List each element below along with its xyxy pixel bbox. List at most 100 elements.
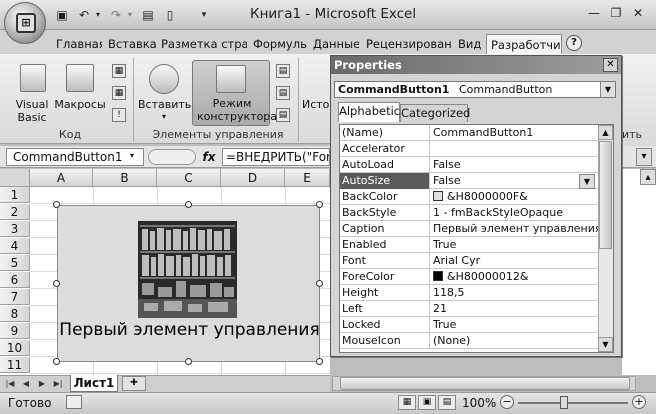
property-row-selected[interactable]: AutoSize False [340, 173, 598, 189]
minimize-icon[interactable]: — [584, 4, 604, 22]
property-row[interactable]: Enabled True [340, 237, 598, 253]
zoom-in-icon[interactable]: + [632, 395, 646, 409]
restore-icon[interactable]: ❐ [606, 4, 626, 22]
formula-resizer[interactable] [148, 149, 196, 165]
office-button[interactable]: ⊞ [4, 2, 46, 44]
row-header[interactable]: 5 [0, 255, 30, 271]
help-icon[interactable]: ? [566, 35, 582, 51]
insert-sheet-icon[interactable]: ✚ [122, 376, 146, 391]
property-row[interactable]: Locked True [340, 317, 598, 333]
property-value[interactable]: True [431, 317, 598, 333]
resize-handle[interactable] [185, 201, 192, 208]
property-row[interactable]: Accelerator [340, 141, 598, 157]
row-header[interactable]: 2 [0, 204, 30, 220]
tab-alphabetic[interactable]: Alphabetic [338, 102, 400, 122]
worksheet-grid-right[interactable] [622, 169, 656, 375]
row-header[interactable]: 9 [0, 323, 30, 339]
view-code-icon[interactable]: ▤ [276, 86, 290, 100]
scroll-up-icon[interactable]: ▲ [598, 125, 613, 140]
property-value[interactable]: True [431, 237, 598, 253]
sheet-tab-list1[interactable]: Лист1 [70, 375, 118, 392]
property-value[interactable]: 21 [431, 301, 598, 317]
name-box[interactable]: CommandButton1 [6, 148, 144, 166]
row-header[interactable]: 3 [0, 221, 30, 237]
zoom-level[interactable]: 100% [462, 396, 496, 410]
column-header[interactable]: B [93, 169, 157, 187]
select-all-corner[interactable] [0, 169, 30, 187]
relative-reference-icon[interactable]: ▦ [112, 86, 126, 100]
property-value[interactable]: Первый элемент управления [431, 221, 598, 237]
object-selector-dropdown-icon[interactable]: ▼ [600, 82, 615, 97]
tab-review[interactable]: Рецензировани [362, 34, 452, 54]
property-row[interactable]: MouseIcon (None) [340, 333, 598, 349]
column-header[interactable]: A [30, 169, 93, 187]
row-header[interactable]: 10 [0, 340, 30, 356]
zoom-slider-thumb[interactable] [560, 396, 568, 409]
macro-record-status-icon[interactable] [66, 395, 82, 409]
page-break-view-icon[interactable]: ▤ [438, 395, 456, 410]
resize-handle[interactable] [316, 201, 323, 208]
zoom-out-icon[interactable]: − [500, 395, 514, 409]
print-preview-icon[interactable]: ▤ [140, 7, 156, 23]
property-row[interactable]: Height 118,5 [340, 285, 598, 301]
tab-page-layout[interactable]: Разметка страни [157, 34, 247, 54]
row-header[interactable]: 11 [0, 357, 30, 373]
property-value[interactable] [431, 141, 598, 157]
row-header[interactable]: 1 [0, 187, 30, 203]
property-value[interactable]: CommandButton1 [431, 125, 598, 141]
property-row[interactable]: ForeColor &H80000012& [340, 269, 598, 285]
property-value[interactable]: False [431, 157, 598, 173]
object-selector[interactable]: CommandButton1 CommandButton [334, 81, 616, 98]
scroll-up-icon[interactable]: ▴ [640, 169, 656, 185]
tab-data[interactable]: Данные [309, 34, 359, 54]
command-button-control[interactable]: Первый элемент управления [57, 205, 320, 362]
undo-dropdown-icon[interactable]: ▾ [90, 7, 106, 23]
macro-security-icon[interactable]: ! [112, 108, 126, 122]
property-scroll-thumb[interactable] [599, 141, 612, 249]
property-value[interactable]: False [431, 173, 598, 189]
run-dialog-icon[interactable]: ▤ [276, 108, 290, 122]
normal-view-icon[interactable]: ▦ [398, 395, 416, 410]
property-value[interactable]: 118,5 [431, 285, 598, 301]
next-sheet-icon[interactable]: ▶ [36, 377, 48, 390]
property-row[interactable]: AutoLoad False [340, 157, 598, 173]
resize-handle[interactable] [53, 280, 60, 287]
property-row[interactable]: BackStyle 1 - fmBackStyleOpaque [340, 205, 598, 221]
resize-handle[interactable] [185, 358, 192, 365]
prev-sheet-icon[interactable]: ◀ [20, 377, 32, 390]
tab-formulas[interactable]: Формулы [249, 34, 307, 54]
property-row[interactable]: Font Arial Cyr [340, 253, 598, 269]
properties-title[interactable]: Properties [331, 56, 621, 74]
property-dropdown-icon[interactable]: ▼ [579, 174, 595, 189]
properties-icon[interactable]: ▤ [276, 64, 290, 78]
horizontal-scroll-thumb[interactable] [340, 377, 630, 390]
tab-insert[interactable]: Вставка [104, 34, 156, 54]
resize-handle[interactable] [53, 358, 60, 365]
redo-dropdown-icon[interactable]: ▾ [122, 7, 138, 23]
tab-home[interactable]: Главная [52, 34, 102, 54]
row-header[interactable]: 8 [0, 306, 30, 322]
property-value[interactable]: &H80000012& [431, 269, 598, 285]
scroll-down-icon[interactable]: ▼ [598, 337, 613, 352]
last-sheet-icon[interactable]: ▶| [52, 377, 64, 390]
formula-input[interactable]: =ВНЕДРИТЬ("For [222, 148, 330, 166]
property-row[interactable]: (Name) CommandButton1 [340, 125, 598, 141]
property-row[interactable]: Left 21 [340, 301, 598, 317]
resize-handle[interactable] [316, 280, 323, 287]
property-row[interactable]: BackColor &H8000000F& [340, 189, 598, 205]
record-macro-icon[interactable]: ▦ [112, 64, 126, 78]
macros-button[interactable]: Макросы [54, 60, 106, 111]
source-partial-label[interactable]: Исто [302, 98, 329, 111]
tab-categorized[interactable]: Categorized [400, 104, 470, 122]
insert-function-icon[interactable]: fx [200, 148, 218, 166]
new-file-icon[interactable]: ▯ [162, 7, 178, 23]
insert-control-button[interactable]: Вставить ▾ [138, 60, 191, 126]
row-header[interactable]: 6 [0, 272, 30, 288]
customize-toolbar-icon[interactable]: ▾ [196, 7, 212, 23]
row-header[interactable]: 4 [0, 238, 30, 254]
resize-handle[interactable] [316, 358, 323, 365]
property-value[interactable]: &H8000000F& [431, 189, 598, 205]
design-mode-button[interactable]: Режим конструктора [192, 60, 277, 126]
row-header[interactable]: 7 [0, 289, 30, 305]
expand-formula-bar-icon[interactable]: ▾ [636, 148, 652, 166]
